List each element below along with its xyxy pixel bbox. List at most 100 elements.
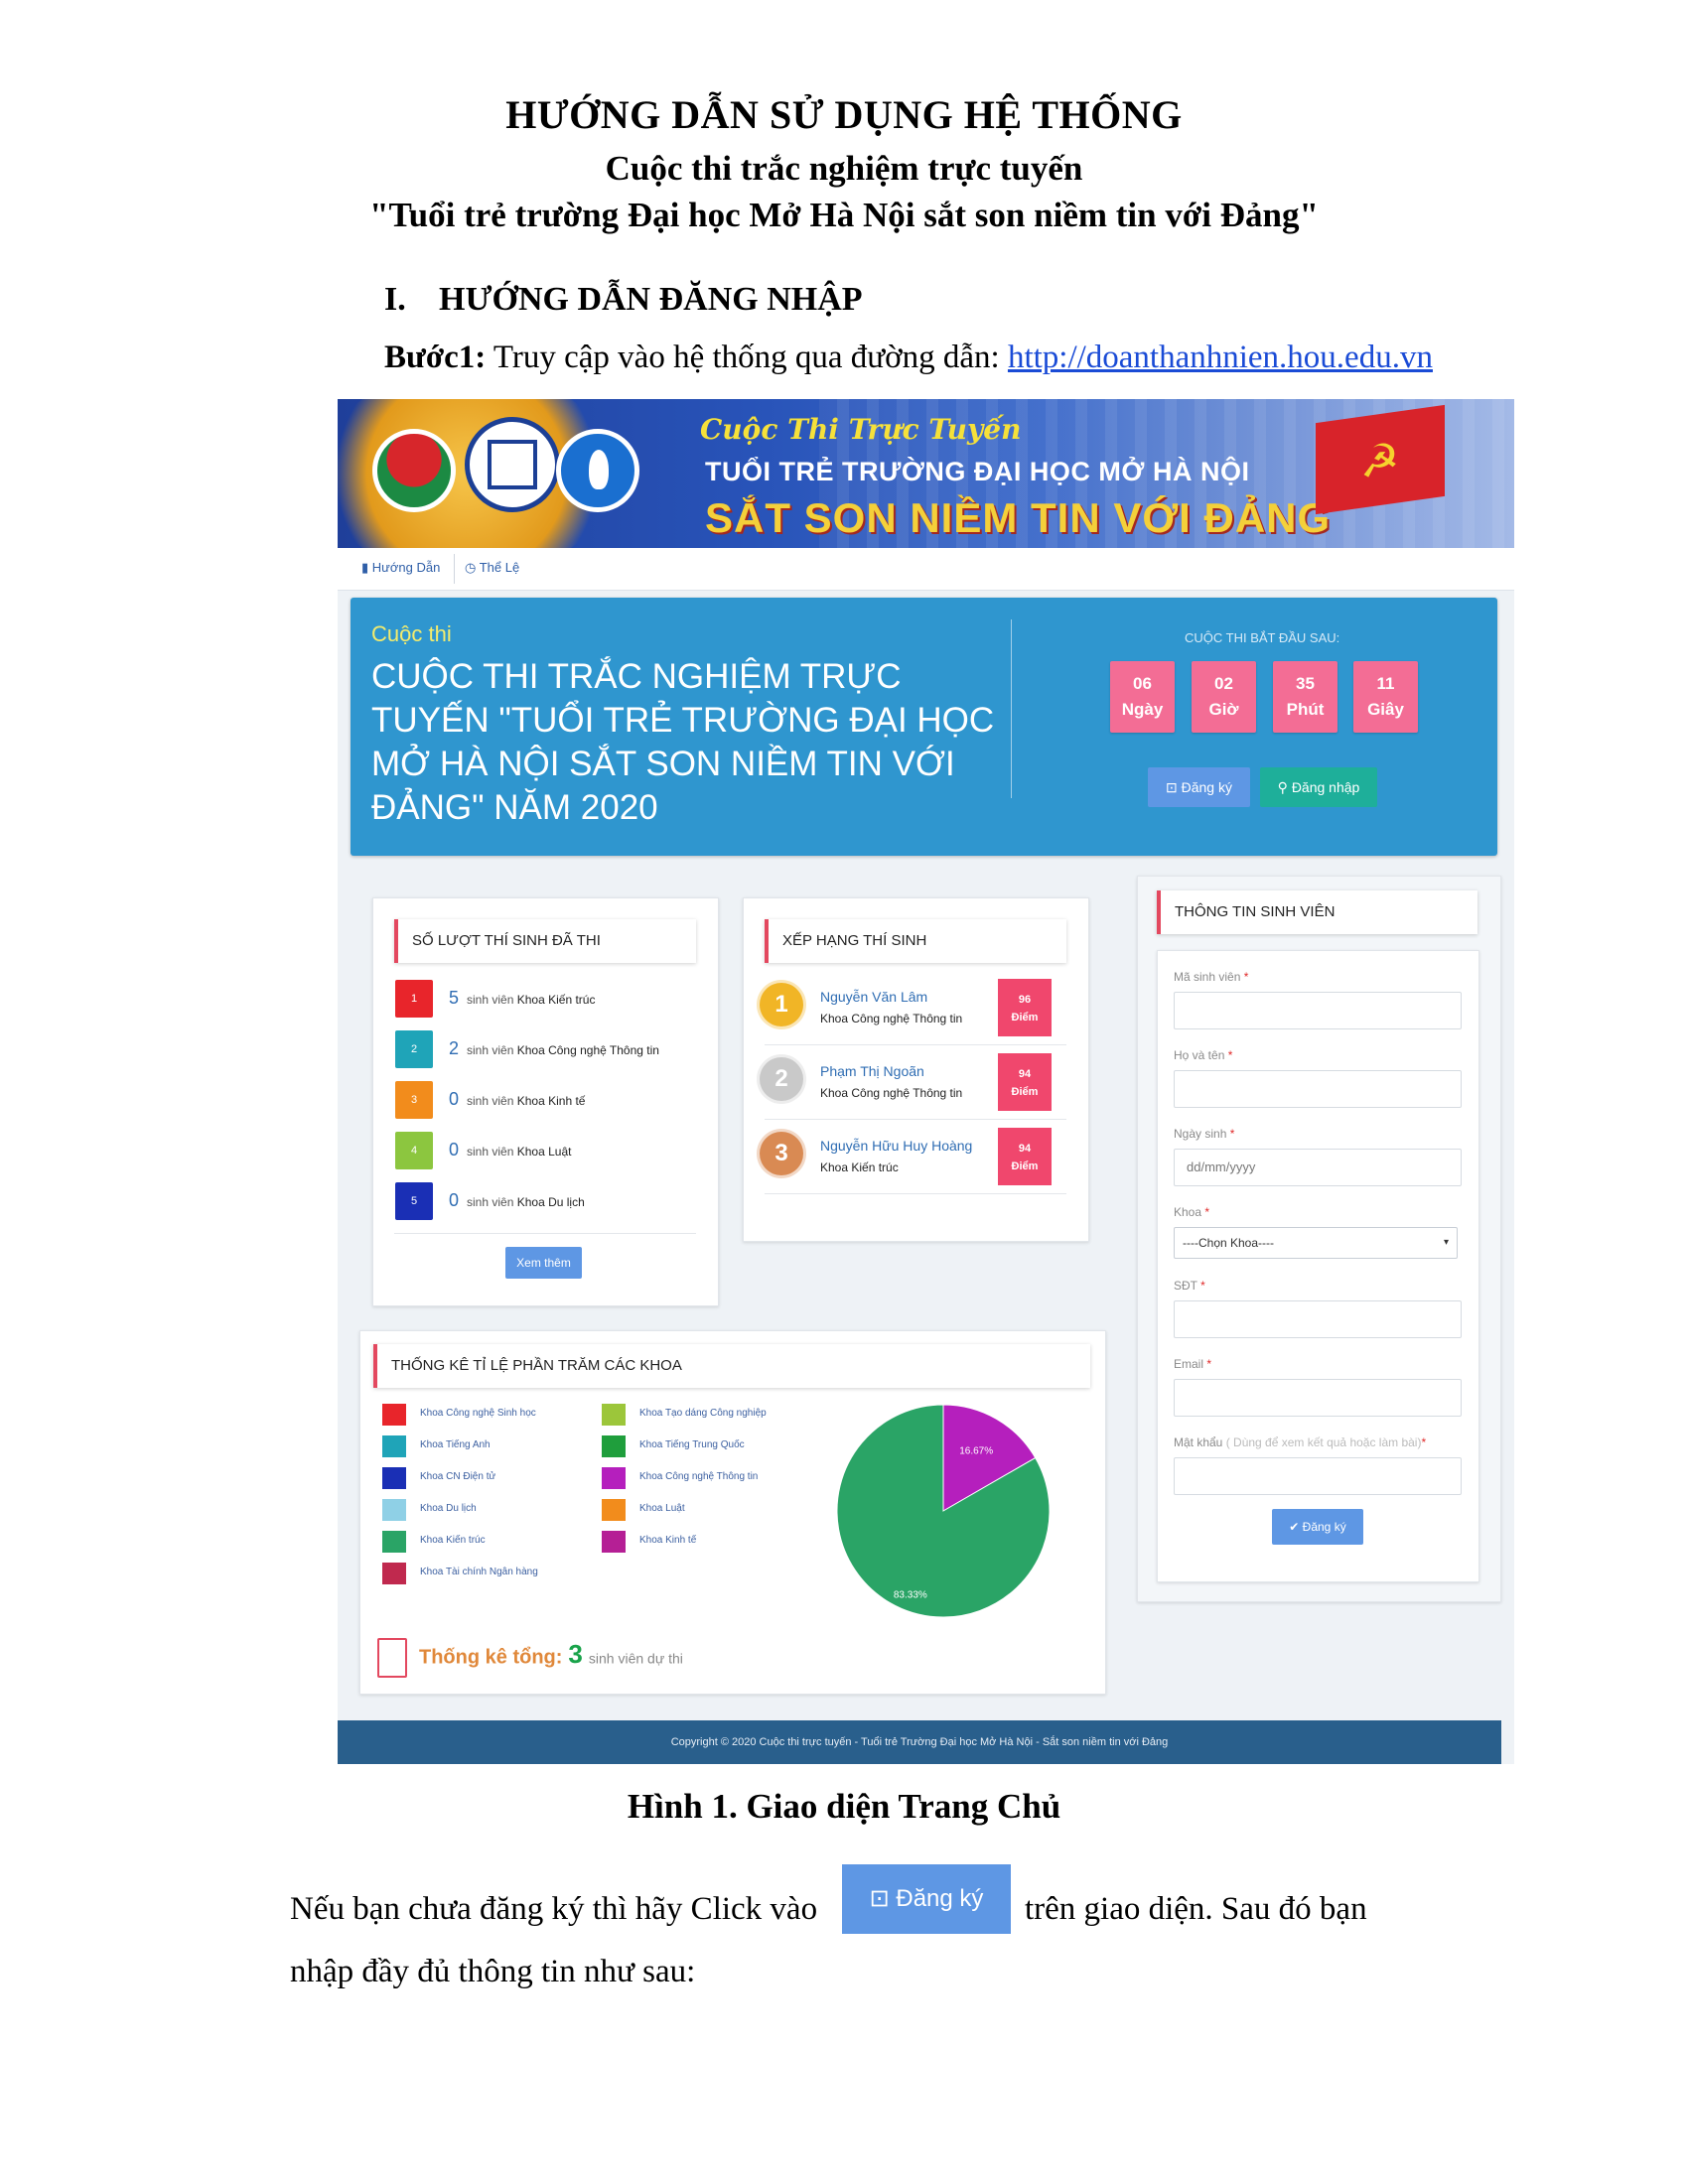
password-input[interactable] [1174,1457,1462,1495]
legend-label[interactable]: Khoa Tài chính Ngân hàng [420,1567,538,1577]
silver-medal-icon: 2 [760,1057,803,1101]
clock-icon: ◷ [465,560,480,575]
site-footer: Copyright © 2020 Cuộc thi trực tuyến - T… [338,1720,1501,1764]
rank-1-score: 96 Điểm [998,979,1052,1036]
stats-row-2: 2 sinh viên Khoa Công nghệ Thông tin [449,1038,659,1058]
faculty-select[interactable]: ----Chọn Khoa---- ▾ [1174,1227,1458,1259]
rank-3-faculty: Khoa Kiến trúc [820,1160,899,1174]
full-name-label: Họ và tên * [1174,1048,1233,1062]
register-button[interactable]: ⊡ Đăng ký [1148,767,1250,807]
inline-register-button-image: ⊡ Đăng ký [842,1864,1011,1934]
student-association-logo [556,429,639,512]
birthdate-input[interactable]: dd/mm/yyyy [1174,1149,1462,1186]
check-icon: ✔ [1289,1520,1303,1534]
legend-swatch [602,1531,626,1553]
stats-row-3: 0 sinh viên Khoa Kinh tế [449,1089,586,1109]
instruction-line-2: nhập đầy đủ thông tin như sau: [290,1954,696,1989]
receipt-icon [377,1638,407,1678]
rank-2-faculty: Khoa Công nghệ Thông tin [820,1086,963,1100]
top-nav: ▮ Hướng Dẫn ◷ Thể Lệ [338,548,1514,591]
legend-label[interactable]: Khoa Công nghệ Sinh học [420,1408,536,1419]
party-flag-icon: ☭ [1316,404,1445,515]
legend-swatch [382,1467,406,1489]
faculty-label: Khoa * [1174,1205,1210,1219]
stats-index-3: 3 [395,1081,433,1119]
youth-union-logo [372,429,456,512]
section-title: HƯỚNG DẪN ĐĂNG NHẬP [439,281,863,318]
section-number: I. [384,281,406,318]
legend-swatch [602,1467,626,1489]
legend-label[interactable]: Khoa CN Điện tử [420,1471,495,1482]
stats-index-5: 5 [395,1182,433,1220]
homepage-screenshot: Cuộc Thi Trực Tuyến TUỔI TRẺ TRƯỜNG ĐẠI … [338,399,1514,1764]
instruction-line-1: Nếu bạn chưa đăng ký thì hãy Click vào [290,1891,818,1927]
rank-1-faculty: Khoa Công nghệ Thông tin [820,1012,963,1025]
step-label: Bước1: [384,340,487,375]
figure-caption: Hình 1. Giao diện Trang Chủ [627,1787,1061,1826]
gold-medal-icon: 1 [760,983,803,1026]
document-subtitle: Cuộc thi trắc nghiệm trực tuyến [605,149,1083,188]
legend-label[interactable]: Khoa Kinh tế [639,1535,696,1546]
faculty-pie-chart: 16.67% 83.33% [836,1404,1051,1618]
view-more-button[interactable]: Xem thêm [505,1247,582,1279]
legend-label[interactable]: Khoa Kiến trúc [420,1535,486,1546]
legend-label[interactable]: Khoa Tạo dáng Công nghiệp [639,1408,767,1419]
caret-down-icon: ▾ [1443,1237,1449,1248]
rank-2-score: 94 Điểm [998,1053,1052,1111]
user-icon: ⚲ [1277,779,1292,795]
student-id-input[interactable] [1174,992,1462,1029]
legend-label[interactable]: Khoa Công nghệ Thông tin [639,1471,758,1482]
site-link[interactable]: http://doanthanhnien.hou.edu.vn [1008,340,1433,375]
document-subtitle-quote: "Tuổi trẻ trường Đại học Mở Hà Nội sắt s… [369,196,1319,234]
banner-line2: SẮT SON NIỀM TIN VỚI ĐẢNG [705,494,1332,541]
rank-3-name[interactable]: Nguyễn Hữu Huy Hoàng [820,1138,972,1154]
full-name-input[interactable] [1174,1070,1462,1108]
email-label: Email * [1174,1357,1212,1371]
nav-guide[interactable]: ▮ Hướng Dẫn [361,560,440,576]
total-stats: Thống kê tổng: 3 sinh viên dự thi [377,1638,683,1678]
university-logo [465,417,560,512]
rank-3-score: 94 Điểm [998,1128,1052,1185]
step-1: Bước1: Truy cập vào hệ thống qua đường d… [384,340,1433,376]
email-input[interactable] [1174,1379,1462,1417]
stats-panel-title: SỐ LƯỢT THÍ SINH ĐÃ THI [394,919,696,963]
ranking-panel-title: XẾP HẠNG THÍ SINH [765,919,1066,963]
stats-index-2: 2 [395,1030,433,1068]
legend-label[interactable]: Khoa Du lịch [420,1503,477,1514]
hero-label: Cuộc thi [371,621,452,646]
hero-title: CUỘC THI TRẮC NGHIỆM TRỰC TUYẾN "TUỔI TR… [371,657,995,827]
rank-1-name[interactable]: Nguyễn Văn Lâm [820,989,927,1005]
phone-label: SĐT * [1174,1279,1205,1293]
pie-slice-label: 16.67% [959,1446,993,1457]
bronze-medal-icon: 3 [760,1132,803,1175]
stats-row-4: 0 sinh viên Khoa Luật [449,1140,572,1160]
book-icon: ▮ [361,560,372,575]
login-button[interactable]: ⚲ Đăng nhập [1260,767,1377,807]
legend-label[interactable]: Khoa Tiếng Trung Quốc [639,1439,745,1450]
phone-input[interactable] [1174,1300,1462,1338]
stats-index-1: 1 [395,980,433,1018]
legend-swatch [602,1404,626,1426]
document-title: HƯỚNG DẪN SỬ DỤNG HỆ THỐNG [505,92,1183,137]
stats-row-5: 0 sinh viên Khoa Du lịch [449,1190,585,1210]
nav-rules[interactable]: ◷ Thể Lệ [465,560,519,576]
legend-label[interactable]: Khoa Tiếng Anh [420,1439,491,1450]
rank-2-name[interactable]: Phạm Thị Ngoãn [820,1063,924,1079]
legend-swatch [382,1499,406,1521]
legend-label[interactable]: Khoa Luật [639,1503,685,1514]
countdown-days: 06 Ngày [1110,661,1175,733]
register-icon: ⊡ [1166,779,1182,795]
instruction-line-1-end: trên giao diện. Sau đó bạn [1025,1891,1367,1927]
legend-swatch [382,1563,406,1584]
pie-slice-label: 83.33% [894,1589,927,1600]
register-icon: ⊡ [869,1885,897,1912]
stats-index-4: 4 [395,1132,433,1169]
hero-section: Cuộc thi CUỘC THI TRẮC NGHIỆM TRỰC TUYẾN… [351,598,1497,856]
stats-row-1: 5 sinh viên Khoa Kiến trúc [449,988,596,1008]
legend-swatch [382,1531,406,1553]
countdown-minutes: 35 Phút [1273,661,1337,733]
step-text: Truy cập vào hệ thống qua đường dẫn: [486,340,1008,375]
submit-register-button[interactable]: ✔ Đăng ký [1272,1509,1363,1545]
percentage-panel-title: THỐNG KÊ TỈ LỆ PHẦN TRĂM CÁC KHOA [373,1344,1090,1388]
site-banner: Cuộc Thi Trực Tuyến TUỔI TRẺ TRƯỜNG ĐẠI … [338,399,1514,548]
